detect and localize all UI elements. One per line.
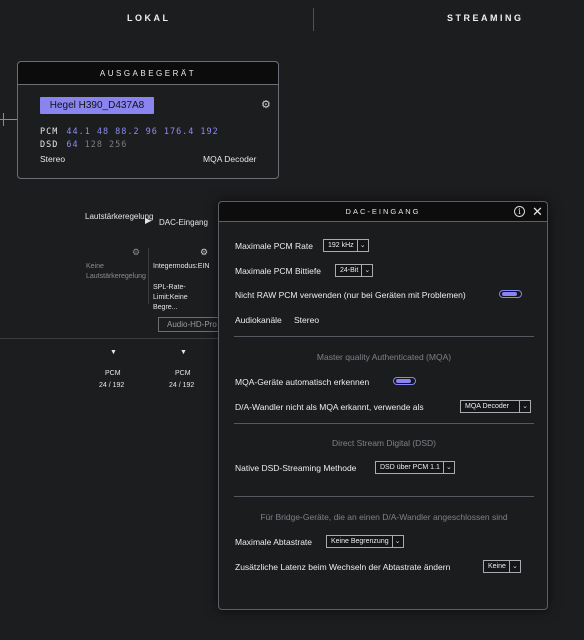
connector-tick — [3, 113, 4, 126]
mqa-not-recognized-label: D/A-Wandler nicht als MQA erkannt, verwe… — [235, 402, 424, 412]
select-value: 24-Bit — [340, 267, 359, 274]
separator — [234, 336, 534, 337]
mqa-mode-select[interactable]: MQA Decoder ⌄ — [460, 400, 531, 413]
max-pcm-rate-select[interactable]: 192 kHz ⌄ — [323, 239, 369, 252]
col1-rate: 24 / 192 — [99, 382, 125, 389]
volume-label: Lautstärkeregelung — [85, 212, 154, 221]
arrow-down-icon: ▼ — [180, 349, 187, 356]
extra-latency-label: Zusätzliche Latenz beim Wechseln der Abt… — [235, 562, 451, 572]
no-raw-pcm-label: Nicht RAW PCM verwenden (nur bei Geräten… — [235, 290, 466, 300]
chevron-down-icon: ⌄ — [356, 240, 368, 251]
mqa-mode-text: MQA Decoder — [203, 154, 257, 164]
pcm-rate: 88.2 — [115, 127, 140, 137]
nav-divider — [313, 8, 314, 31]
dialog-title: DAC-EINGANG — [219, 202, 547, 222]
dsd-label: DSD — [40, 140, 59, 150]
max-pcm-bits-label: Maximale PCM Bittiefe — [235, 266, 321, 276]
separator — [234, 496, 534, 497]
separator — [234, 423, 534, 424]
info-icon[interactable]: i — [514, 206, 525, 217]
toggle-knob — [396, 379, 411, 383]
native-dsd-label: Native DSD-Streaming Methode — [235, 463, 357, 473]
audio-channels-label: Audiokanäle — [235, 315, 282, 325]
max-pcm-bits-select[interactable]: 24-Bit ⌄ — [335, 264, 374, 277]
dsd-rate: 128 — [84, 140, 103, 150]
select-value: MQA Decoder — [465, 403, 509, 410]
device-select-button[interactable]: Hegel H390_D437A8 — [40, 97, 154, 114]
max-sample-rate-label: Maximale Abtastrate — [235, 537, 313, 547]
pcm-rate: 48 — [96, 127, 110, 137]
dac-input-label: DAC-Eingang — [159, 218, 208, 227]
max-pcm-rate-label: Maximale PCM Rate — [235, 241, 313, 251]
pcm-label: PCM — [40, 127, 59, 137]
channels-text: Stereo — [40, 154, 66, 164]
mqa-auto-label: MQA-Geräte automatisch erkennen — [235, 377, 370, 387]
gear-icon: ⚙ — [132, 247, 141, 257]
dac-input-dialog: DAC-EINGANG i ✕ Maximale PCM Rate 192 kH… — [218, 201, 548, 610]
chain-divider — [148, 248, 149, 304]
output-device-title: AUSGABEGERÄT — [18, 62, 278, 85]
toggle-knob — [502, 292, 517, 296]
no-raw-pcm-toggle[interactable] — [499, 290, 522, 298]
col2-format: PCM — [175, 370, 191, 377]
pcm-rate: 192 — [200, 127, 219, 137]
output-device-card: AUSGABEGERÄT Hegel H390_D437A8 ⚙ PCM 44.1… — [17, 61, 279, 179]
dsd-rate: 256 — [108, 140, 128, 150]
native-dsd-select[interactable]: DSD über PCM 1.1 ⌄ — [375, 461, 455, 474]
dsd-rate: 64 — [66, 140, 79, 150]
chevron-down-icon: ⌄ — [519, 401, 530, 412]
mqa-section-title: Master quality Authenticated (MQA) — [316, 352, 452, 362]
tab-streaming[interactable]: STREAMING — [447, 13, 524, 23]
gear-icon[interactable]: ⚙ — [200, 248, 208, 257]
chevron-down-icon: ⌄ — [508, 561, 520, 572]
col2-rate: 24 / 192 — [169, 382, 195, 389]
integer-mode-text: Integermodus:EIN — [153, 263, 210, 270]
close-icon[interactable]: ✕ — [532, 204, 543, 219]
arrow-down-icon: ▼ — [110, 349, 117, 356]
pcm-rate: 44.1 — [66, 127, 91, 137]
extra-latency-select[interactable]: Keine ⌄ — [483, 560, 521, 573]
spl-rate-text: SPL-Rate-Limit:Keine Begre... — [153, 284, 188, 311]
play-arrow-icon: ▶ — [145, 216, 152, 225]
select-value: DSD über PCM 1.1 — [380, 464, 440, 471]
tab-local[interactable]: LOKAL — [127, 13, 171, 23]
dsd-section-title: Direct Stream Digital (DSD) — [332, 438, 436, 448]
bridge-section-title: Für Bridge-Geräte, die an einen D/A-Wand… — [260, 512, 508, 522]
chain-baseline — [0, 338, 218, 339]
pcm-rates-row: PCM 44.1 48 88.2 96 176.4 192 — [40, 127, 225, 137]
select-value: Keine — [488, 563, 506, 570]
chevron-down-icon: ⌄ — [391, 536, 403, 547]
audio-hd-button[interactable]: Audio-HD-Pro — [158, 317, 220, 332]
pcm-rate: 96 — [145, 127, 158, 137]
select-value: Keine Begrenzung — [331, 538, 389, 545]
col1-format: PCM — [105, 370, 121, 377]
mqa-auto-toggle[interactable] — [393, 377, 416, 385]
select-value: 192 kHz — [328, 242, 354, 249]
no-volume-text: Keine Lautstärkeregelung — [86, 263, 146, 280]
audio-channels-value: Stereo — [294, 315, 320, 325]
pcm-rate: 176.4 — [163, 127, 195, 137]
max-sample-rate-select[interactable]: Keine Begrenzung ⌄ — [326, 535, 404, 548]
gear-icon[interactable]: ⚙ — [261, 100, 271, 111]
dsd-rates-row: DSD 64 128 256 — [40, 140, 133, 150]
chevron-down-icon: ⌄ — [442, 462, 454, 473]
chevron-down-icon: ⌄ — [361, 265, 372, 276]
